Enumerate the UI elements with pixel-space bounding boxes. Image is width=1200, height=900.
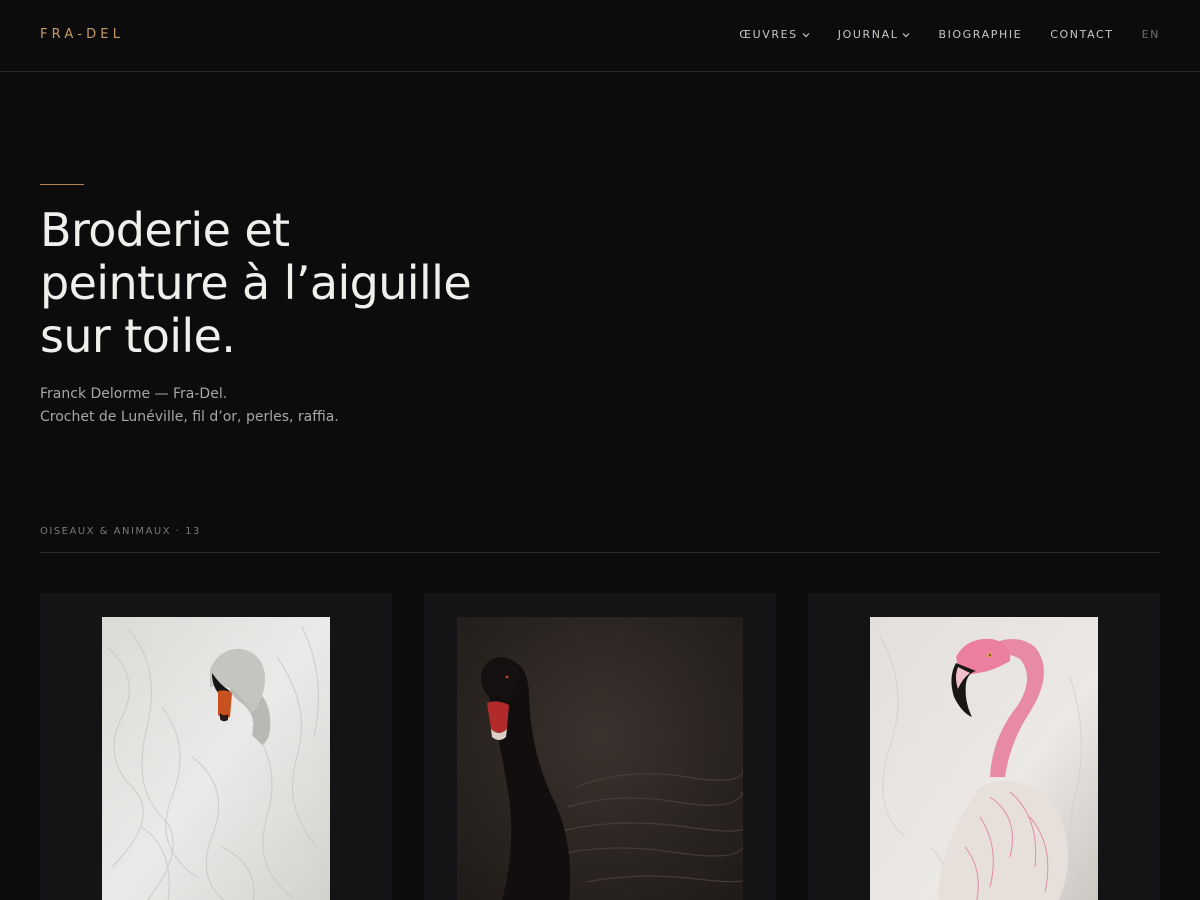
site-header: FRA-DEL ŒUVRES JOURNAL BIOGRAPHIE CONTAC…	[0, 0, 1200, 72]
nav-item-label: BIOGRAPHIE	[938, 28, 1023, 41]
black-swan-artwork	[457, 617, 743, 900]
artwork-card-white-swan[interactable]	[40, 593, 392, 900]
hero-title-line: sur toile.	[40, 309, 236, 363]
hero-subtitle: Franck Delorme — Fra-Del. Crochet de Lun…	[40, 383, 560, 429]
hero-title-line: Broderie et	[40, 203, 290, 257]
hero-subtitle-line: Crochet de Lunéville, fil d’or, perles, …	[40, 409, 339, 425]
nav-item-contact[interactable]: CONTACT	[1050, 28, 1113, 41]
flamingo-artwork	[870, 617, 1098, 900]
artwork-card-black-swan[interactable]	[424, 593, 776, 900]
artwork-card-flamingo[interactable]	[808, 593, 1160, 900]
chevron-down-icon	[802, 32, 810, 38]
section-label: OISEAUX & ANIMAUX · 13	[40, 526, 201, 537]
hero-title-line: peinture à l’aiguille	[40, 256, 472, 310]
nav-item-label: ŒUVRES	[739, 28, 798, 41]
language-switch[interactable]: EN	[1142, 28, 1160, 41]
site-logo[interactable]: FRA-DEL	[40, 27, 124, 42]
main-nav: ŒUVRES JOURNAL BIOGRAPHIE CONTACT EN	[739, 28, 1160, 41]
nav-item-journal[interactable]: JOURNAL	[838, 28, 911, 41]
hero-subtitle-line: Franck Delorme — Fra-Del.	[40, 386, 228, 402]
section-divider	[40, 552, 1160, 553]
nav-item-label: JOURNAL	[837, 28, 899, 41]
nav-item-oeuvres[interactable]: ŒUVRES	[739, 28, 810, 41]
nav-item-biographie[interactable]: BIOGRAPHIE	[938, 28, 1022, 41]
hero-title: Broderie et peinture à l’aiguille sur to…	[40, 204, 560, 363]
nav-item-label: CONTACT	[1050, 28, 1114, 41]
chevron-down-icon	[902, 32, 910, 38]
white-swan-artwork	[102, 617, 330, 900]
language-label: EN	[1141, 28, 1160, 41]
hero-accent-rule	[40, 184, 84, 185]
